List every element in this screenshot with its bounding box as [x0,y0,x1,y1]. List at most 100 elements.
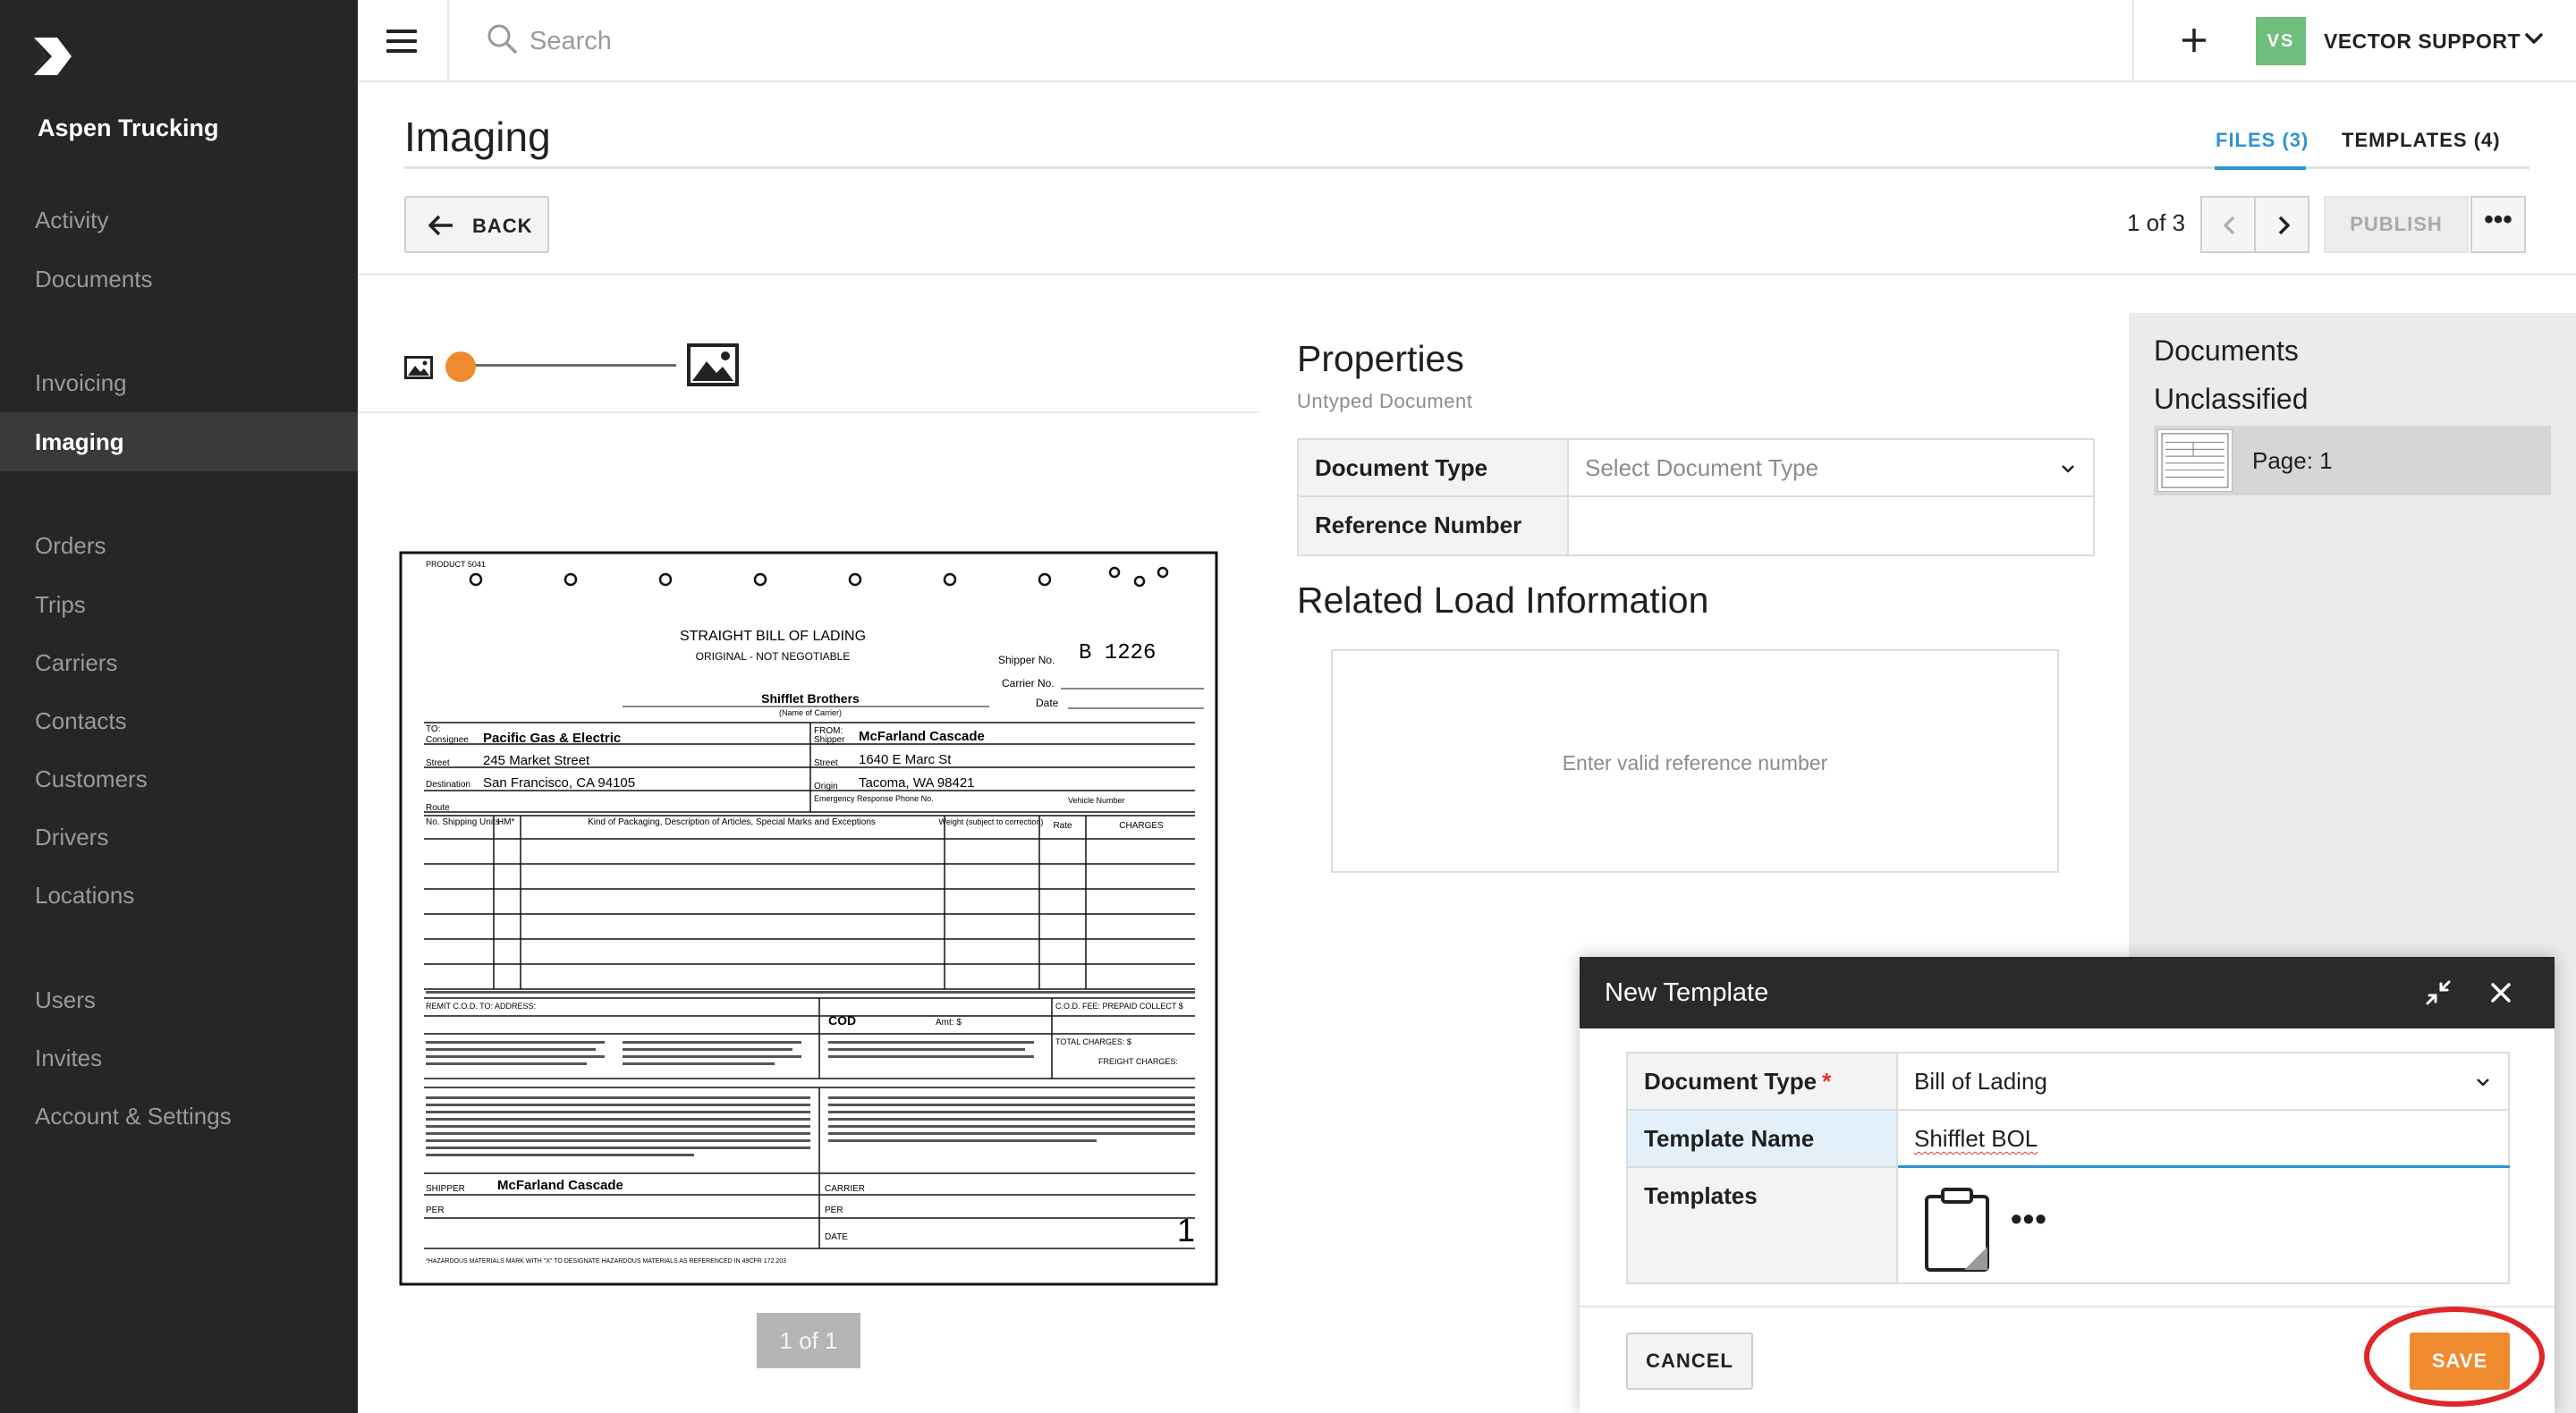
property-label: Reference Number [1299,497,1569,554]
sidebar-item-contacts[interactable]: Contacts [0,691,358,750]
documents-panel-subtitle: Unclassified [2154,383,2309,415]
template-name-input[interactable]: Shifflet BOL [1914,1125,2038,1153]
sidebar-item-users[interactable]: Users [0,970,358,1029]
cancel-button[interactable]: CANCEL [1626,1333,1753,1390]
doc-origin-label: Origin [814,782,838,791]
template-field-label: Templates [1628,1168,1898,1282]
image-small-icon[interactable] [404,356,433,379]
sidebar-item-drivers[interactable]: Drivers [0,808,358,867]
minimize-icon[interactable] [2422,977,2454,1009]
top-divider [447,0,449,82]
top-bar: VS VECTOR SUPPORT [358,0,2576,82]
doc-subtitle: ORIGINAL - NOT NEGOTIABLE [696,650,851,663]
sidebar-item-invoicing[interactable]: Invoicing [0,353,358,412]
back-button[interactable]: BACK [404,196,549,253]
doc-carrier-no-label: Carrier No. [1002,677,1055,690]
doc-shipper-street-label: Street [814,758,838,768]
related-load-title: Related Load Information [1297,580,1709,621]
doc-remit-label: REMIT C.O.D. TO: ADDRESS: [426,1002,536,1011]
user-menu-name[interactable]: VECTOR SUPPORT [2324,30,2521,54]
modal-header: New Template [1580,957,2555,1028]
sidebar-item-account-settings[interactable]: Account & Settings [0,1087,358,1146]
more-options-button[interactable]: ••• [2470,196,2526,253]
doc-product-code: PRODUCT 5041 [426,560,486,569]
template-field-label: Document Type * [1628,1053,1898,1109]
company-name: Aspen Trucking [38,114,219,141]
doc-page-mark: 1 [1177,1212,1195,1248]
doc-shipper-no: B 1226 [1079,641,1156,665]
properties-title: Properties [1297,338,1464,379]
doc-destination: San Francisco, CA 94105 [483,775,635,791]
doc-freight-charges-label: FREIGHT CHARGES: [1098,1057,1178,1066]
doc-consignee-street: 245 Market Street [483,753,590,768]
doc-shipper: McFarland Cascade [859,729,985,744]
viewer-divider [358,411,1259,413]
app-logo-icon[interactable] [32,36,73,77]
doc-total-charges-label: TOTAL CHARGES: $ [1055,1037,1131,1046]
doc-street-label: Street [426,758,450,768]
doc-cod-label: COD [828,1013,856,1028]
sidebar-item-invites[interactable]: Invites [0,1028,358,1087]
property-row-document-type[interactable]: Document Type Select Document Type [1299,440,2093,497]
sidebar-item-customers[interactable]: Customers [0,749,358,808]
template-more-options[interactable]: ••• [2011,1200,2047,1238]
doc-origin: Tacoma, WA 98421 [859,775,975,791]
template-row-name[interactable]: Template Name Shifflet BOL [1628,1111,2510,1168]
sidebar-item-carriers[interactable]: Carriers [0,633,358,692]
close-icon[interactable] [2487,978,2515,1007]
doc-title: STRAIGHT BILL OF LADING [680,629,866,644]
template-row-document-type[interactable]: Document Type * Bill of Lading [1628,1053,2508,1111]
doc-shipper-sig-label: SHIPPER [426,1184,465,1194]
sidebar-item-trips[interactable]: Trips [0,575,358,634]
property-label: Document Type [1299,440,1569,495]
template-row-templates: Templates ••• [1628,1168,2508,1282]
active-tab-indicator [2215,166,2306,170]
add-plus-icon[interactable] [2172,18,2216,63]
zoom-slider-track[interactable] [460,364,676,367]
clipboard-icon[interactable] [1923,1188,1991,1273]
back-button-label: BACK [472,215,533,237]
doc-shipper-no-label: Shipper No. [998,654,1055,666]
image-large-icon[interactable] [687,343,739,386]
chevron-down-icon[interactable] [2522,27,2546,50]
page-counter-badge: 1 of 1 [757,1313,860,1368]
document-type-select[interactable]: Select Document Type [1585,440,1818,495]
sidebar-item-imaging[interactable]: Imaging [0,412,358,471]
document-list-item-label: Page: 1 [2252,447,2333,474]
doc-name-of-carrier: (Name of Carrier) [779,708,842,717]
documents-panel-title: Documents [2154,334,2299,367]
sidebar-item-documents[interactable]: Documents [0,250,358,309]
hamburger-menu-icon[interactable] [386,30,417,53]
doc-date-label: Date [1036,697,1059,709]
doc-consignee-label: Consignee [426,735,469,745]
template-document-type-select[interactable]: Bill of Lading [1914,1068,2047,1096]
search-input[interactable] [530,20,1961,63]
property-row-reference-number[interactable]: Reference Number [1299,497,2093,554]
doc-hazmat-footer: *HAZARDOUS MATERIALS MARK WITH "X" TO DE… [426,1258,786,1265]
sidebar: Aspen Trucking Activity Documents Invoic… [0,0,358,1413]
chevron-down-icon[interactable] [2474,1073,2492,1091]
previous-file-button[interactable] [2200,196,2256,253]
document-page-image[interactable]: PRODUCT 5041 STRAIGHT BILL OF LADING ORI… [399,551,1218,1286]
document-type-label: Document Type [1644,1068,1818,1095]
chevron-left-icon [2224,216,2235,235]
avatar[interactable]: VS [2256,17,2306,65]
template-name-value: Shifflet BOL [1914,1125,2038,1152]
publish-button[interactable]: PUBLISH [2324,196,2469,253]
zoom-slider-handle[interactable] [445,351,476,382]
doc-amt-label: Amt: $ [936,1018,962,1028]
tab-files[interactable]: FILES (3) [2216,129,2309,152]
sidebar-item-locations[interactable]: Locations [0,866,358,925]
document-list-item[interactable]: Page: 1 [2154,426,2551,495]
chevron-down-icon[interactable] [2059,460,2077,478]
doc-consignee: Pacific Gas & Electric [483,731,621,746]
doc-shipper-sig: McFarland Cascade [497,1178,623,1193]
sidebar-item-activity[interactable]: Activity [0,190,358,250]
file-pager-text: 1 of 3 [2127,209,2186,236]
properties-subtitle: Untyped Document [1297,390,1473,412]
next-file-button[interactable] [2254,196,2309,253]
tab-templates[interactable]: TEMPLATES (4) [2342,129,2501,152]
modal-title: New Template [1605,978,1769,1007]
save-highlight-circle [2364,1307,2545,1407]
sidebar-item-orders[interactable]: Orders [0,516,358,575]
